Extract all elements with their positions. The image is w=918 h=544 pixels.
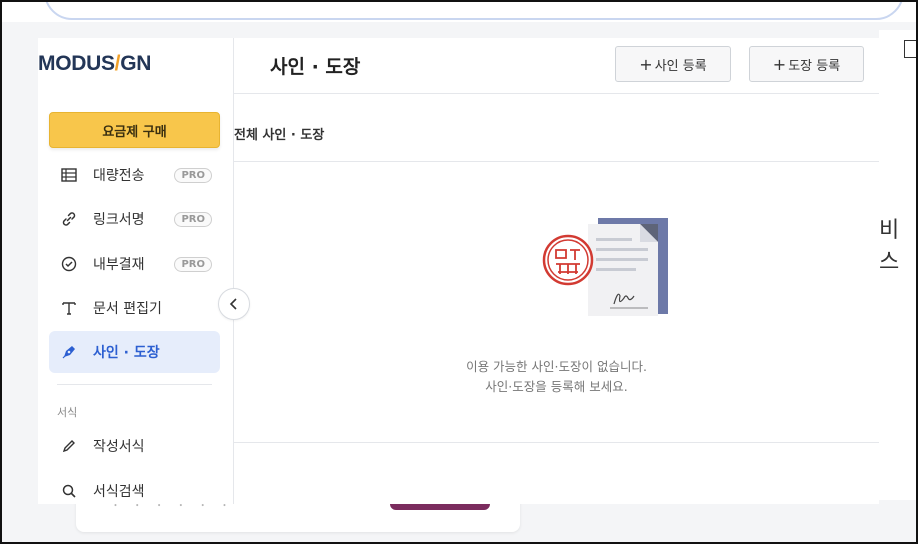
background-top-card: [44, 0, 904, 20]
add-stamp-button[interactable]: + 도장 등록: [749, 46, 864, 82]
sidebar-item-label: 작성서식: [93, 439, 145, 455]
background-service-text: 비스: [879, 218, 900, 275]
sidebar-item-bulk-send[interactable]: 대량전송 PRO: [49, 154, 220, 196]
divider: [234, 442, 879, 443]
buy-plan-button[interactable]: 요금제 구매: [49, 112, 220, 148]
logo-right: GN: [120, 52, 152, 75]
sidebar-item-label: 문서 편집기: [93, 301, 162, 317]
sidebar-item-label: 링크서명: [93, 212, 145, 228]
sidebar-item-label: 대량전송: [93, 168, 145, 184]
sidebar-item-write-form[interactable]: 작성서식: [49, 425, 220, 467]
pencil-icon: [59, 436, 79, 456]
table-icon: [59, 165, 79, 185]
add-sign-button[interactable]: + 사인 등록: [615, 46, 731, 82]
section-heading: 전체 사인 · 도장: [234, 128, 325, 143]
link-icon: [59, 209, 79, 229]
add-sign-label: 사인 등록: [654, 58, 707, 74]
add-stamp-label: 도장 등록: [788, 58, 841, 74]
logo[interactable]: MODUS/GN: [38, 52, 151, 76]
pen-nib-icon: [59, 342, 79, 362]
page-title: 사인 · 도장: [270, 56, 361, 78]
chevron-left-icon: [229, 298, 237, 310]
pro-badge: PRO: [174, 256, 212, 272]
empty-hint: 사인·도장을 등록해 보세요.: [485, 379, 628, 394]
logo-left: MODUS: [38, 52, 115, 75]
check-circle-icon: [59, 254, 79, 274]
collapse-sidebar-button[interactable]: [218, 288, 250, 320]
pro-badge: PRO: [174, 167, 212, 183]
empty-message: 이용 가능한 사인·도장이 없습니다.: [466, 359, 647, 374]
sidebar-item-label: 사인 · 도장: [93, 345, 160, 361]
background-right-tab: [904, 40, 916, 58]
sidebar-item-label: 내부결재: [93, 257, 145, 273]
empty-sign-stamp-illustration: [542, 218, 668, 316]
sidebar-item-document-editor[interactable]: 문서 편집기: [49, 287, 220, 329]
section-label-forms: 서식: [57, 406, 78, 419]
sidebar-divider: [57, 384, 212, 385]
plus-icon: +: [639, 54, 653, 74]
pro-badge: PRO: [174, 211, 212, 227]
sidebar-item-link-sign[interactable]: 링크서명 PRO: [49, 198, 220, 240]
text-t-icon: [59, 298, 79, 318]
sidebar-item-search-form[interactable]: 서식검색: [49, 470, 220, 512]
divider: [234, 161, 879, 162]
sidebar-item-internal-approval[interactable]: 내부결재 PRO: [49, 243, 220, 285]
search-icon: [59, 481, 79, 501]
plus-icon: +: [772, 54, 787, 74]
sidebar-item-label: 서식검색: [93, 484, 145, 500]
sidebar-item-sign-stamp[interactable]: 사인 · 도장: [49, 331, 220, 373]
